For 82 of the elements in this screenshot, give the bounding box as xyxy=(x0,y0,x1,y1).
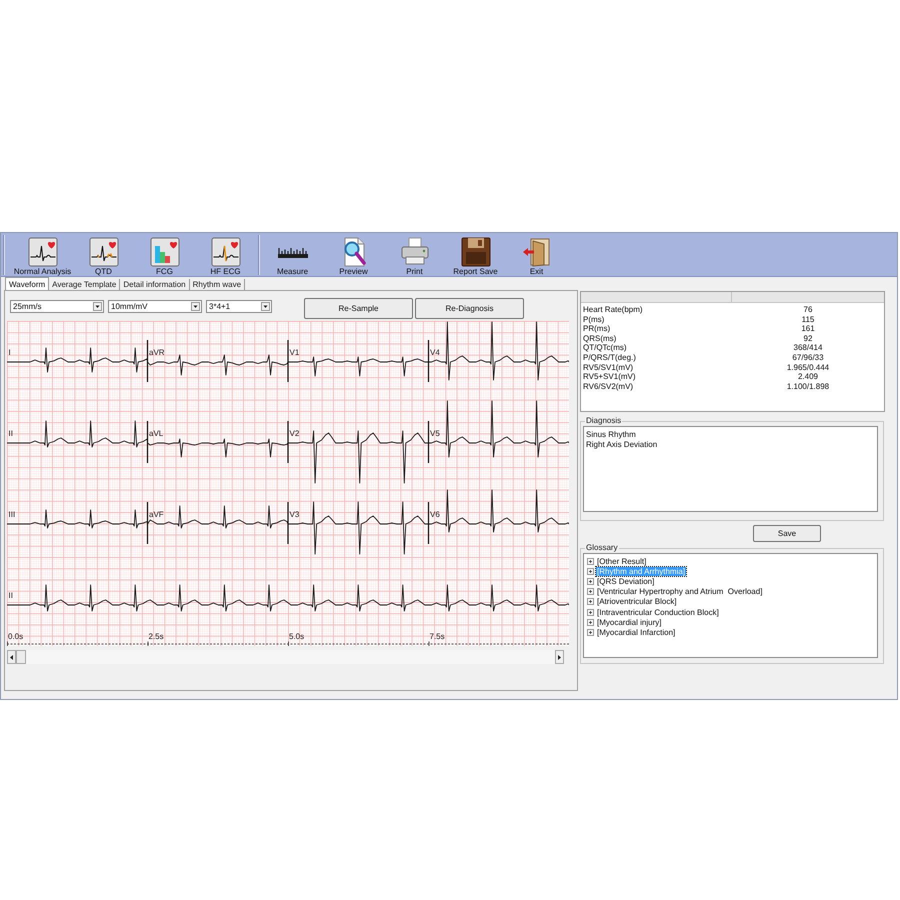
toolbar-button[interactable]: Report Save xyxy=(445,233,506,276)
lead-label: V5 xyxy=(430,429,440,438)
plus-box-icon[interactable] xyxy=(587,578,594,585)
plus-box-icon[interactable] xyxy=(587,628,594,636)
table-cell-text: QRS(ms) xyxy=(582,334,618,344)
table-cell-text: RV6/SV2(mV) xyxy=(582,382,634,392)
plus-box-icon[interactable] xyxy=(587,598,594,606)
plus-box-icon[interactable] xyxy=(587,568,594,575)
group-title: Diagnosis xyxy=(585,416,622,426)
lead-label: V6 xyxy=(430,510,440,519)
tree-item[interactable]: [Other Result] xyxy=(596,556,648,566)
diagnosis-field[interactable]: Sinus Rhythm Right Axis Deviation xyxy=(583,426,878,512)
ruler-icon xyxy=(278,246,308,258)
lead-label: aVF xyxy=(149,510,164,519)
lead-label: II xyxy=(8,591,13,600)
tree-item[interactable]: [QRS Deviation] xyxy=(596,576,656,586)
left-arrow-icon xyxy=(10,654,13,660)
caret-icon xyxy=(93,302,102,311)
table-cell-text: QT/QTc(ms) xyxy=(582,343,628,353)
time-label: 7.5s xyxy=(430,632,445,641)
toolbar-button[interactable]: QTD xyxy=(73,233,134,276)
time-label: 5.0s xyxy=(289,632,304,641)
right-arrow-icon xyxy=(558,654,561,660)
lead-label: V1 xyxy=(290,348,300,357)
lead-label: V2 xyxy=(290,429,300,438)
dropdown[interactable]: 25mm/s xyxy=(10,300,104,313)
scroll-left-button[interactable] xyxy=(7,650,16,664)
lead-label: I xyxy=(8,348,11,357)
time-label: 0.0s xyxy=(8,632,24,641)
scroll-right-button[interactable] xyxy=(555,650,564,664)
toolbar-button[interactable]: FCG xyxy=(134,233,195,276)
toolbar-button[interactable]: Normal Analysis xyxy=(12,233,73,276)
dropdown[interactable]: 3*4+1 xyxy=(206,300,272,313)
toolbar-button[interactable]: Exit xyxy=(506,233,567,276)
dropdown[interactable]: 10mm/mV xyxy=(108,300,202,313)
lead-label: aVR xyxy=(149,348,165,357)
diagnosis-line: Sinus Rhythm xyxy=(586,430,636,440)
plus-box-icon[interactable] xyxy=(587,618,594,626)
toolbar-button[interactable]: Measure xyxy=(262,233,323,276)
toolbar-button[interactable]: HF ECG xyxy=(195,233,256,276)
door-arrow-icon xyxy=(522,237,552,267)
plus-box-icon[interactable] xyxy=(587,588,594,596)
tree-item[interactable]: [Intraventricular Conduction Block] xyxy=(596,608,720,617)
caret-icon xyxy=(191,302,200,311)
action-button[interactable]: Re-Sample xyxy=(304,298,413,319)
table-cell-text: 1.965/0.444 xyxy=(786,362,830,372)
table-cell-text: 2.409 xyxy=(796,372,820,382)
scroll-thumb[interactable] xyxy=(16,650,26,664)
lead-label: aVL xyxy=(149,429,164,438)
plus-box-icon[interactable] xyxy=(587,558,594,565)
save-button[interactable]: Save xyxy=(753,525,821,542)
lead-label: V3 xyxy=(290,510,300,519)
table-cell-text: 1.100/1.898 xyxy=(786,382,830,392)
printer-icon xyxy=(400,237,430,267)
table-cell-text: 368/414 xyxy=(792,343,824,353)
tab[interactable]: Waveform xyxy=(5,277,50,290)
table-cell-text: 67/96/33 xyxy=(791,352,825,363)
plus-box-icon[interactable] xyxy=(587,608,594,616)
diagnosis-line: Right Axis Deviation xyxy=(586,440,658,449)
tree-item[interactable]: [Myocardial Infarction] xyxy=(596,628,676,637)
table-cell-text: P/QRS/T(deg.) xyxy=(582,352,637,363)
table-cell-text: 76 xyxy=(802,305,814,315)
table-cell-text: RV5+SV1(mV) xyxy=(582,372,637,382)
tree-item[interactable]: [Myocardial injury] xyxy=(596,618,662,627)
time-label: 2.5s xyxy=(148,632,164,641)
table-cell-text: 115 xyxy=(800,314,816,324)
table-cell-text: 92 xyxy=(802,334,814,344)
lead-label: III xyxy=(8,510,16,519)
lead-label: II xyxy=(8,429,13,438)
tree-item[interactable]: [Atrioventricular Block] xyxy=(596,597,678,606)
toolbar-button[interactable]: Print xyxy=(384,233,445,276)
table-cell-text: Heart Rate(bpm) xyxy=(582,305,644,315)
table-cell-text: RV5/SV1(mV) xyxy=(582,362,634,372)
table-cell-text: 161 xyxy=(800,324,816,334)
action-button[interactable]: Re-Diagnosis xyxy=(415,298,524,319)
caret-icon xyxy=(261,302,270,311)
lead-label: V4 xyxy=(430,348,440,357)
table-cell-text: P(ms) xyxy=(582,314,606,324)
toolbar-button[interactable]: Preview xyxy=(323,233,384,276)
tree-item[interactable]: [Ventricular Hypertrophy and Atrium Overload] xyxy=(596,587,764,596)
group-title: Glossary xyxy=(585,543,619,553)
table-cell-text: PR(ms) xyxy=(582,324,612,334)
